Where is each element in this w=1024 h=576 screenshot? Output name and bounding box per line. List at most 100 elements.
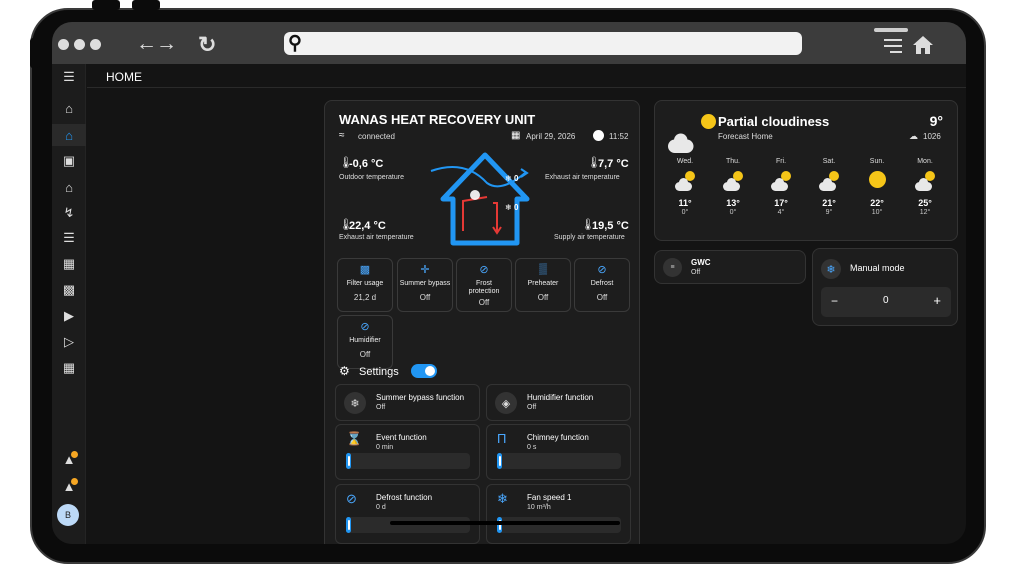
fan-icon: ❄ [344, 392, 366, 414]
setting-chimney[interactable]: Π Chimney function 0 s [486, 424, 631, 480]
settings-toggle[interactable] [411, 364, 437, 378]
setting-value: 0 s [527, 444, 537, 451]
menu-icon[interactable] [884, 39, 902, 53]
forecast-low: 9° [825, 209, 833, 216]
slider-handle[interactable] [346, 453, 351, 469]
slider-handle[interactable] [497, 517, 502, 533]
gwc-icon: ≡ [663, 258, 682, 277]
setting-defrost[interactable]: ⊘ Defrost function 0 d [335, 484, 480, 544]
forecast-low: 10° [871, 209, 883, 216]
setting-summer-bypass[interactable]: ❄ Summer bypass function Off [335, 384, 480, 421]
tablet-button-side [30, 38, 40, 68]
increase-button[interactable]: + [933, 293, 941, 308]
exhaust-top-label: Exhaust air temperature [545, 174, 620, 181]
forecast-day-name: Wed. [676, 158, 694, 165]
supply-temp: 19,5 °C [592, 220, 629, 232]
tile-value: Off [478, 298, 490, 307]
sidebar-item-media[interactable]: ▶ [52, 305, 86, 327]
tile-value: Off [596, 293, 608, 302]
setting-title: Summer bypass function [376, 393, 465, 402]
tile-humidifier[interactable]: ⊘ Humidifier Off [337, 315, 393, 369]
window-dot[interactable] [90, 39, 101, 50]
hamburger-icon[interactable]: ☰ [52, 66, 86, 88]
tile-frost-protection[interactable]: ⊘ Frost protection Off [456, 258, 512, 312]
connection-status: connected [358, 132, 395, 141]
sidebar-item-energy[interactable]: ↯ [52, 202, 86, 224]
forecast-low: 0° [729, 209, 737, 216]
gear-icon: ⚙ [339, 364, 350, 378]
fan-speed-slider[interactable] [497, 517, 621, 533]
fan-icon: ❄ [505, 174, 512, 183]
tile-preheater[interactable]: ▒ Preheater Off [515, 258, 571, 312]
setting-title: Humidifier function [527, 393, 594, 402]
forecast-low: 4° [777, 209, 785, 216]
tile-defrost[interactable]: ⊘ Defrost Off [574, 258, 630, 312]
setting-value: 0 d [376, 504, 386, 511]
home-indicator[interactable] [390, 521, 620, 525]
forecast-day: Sun. 22° 10° [857, 158, 897, 230]
forecast-low: 12° [919, 209, 931, 216]
sidebar-item-dashboard[interactable]: ▣ [52, 150, 86, 172]
weather-location: Forecast Home [718, 132, 773, 141]
event-slider[interactable] [346, 453, 470, 469]
sidebar-item-stats[interactable]: ▦ [52, 253, 86, 275]
forward-arrow-icon[interactable]: → [156, 32, 177, 56]
date: April 29, 2026 [526, 132, 576, 141]
calendar-icon: ▦ [511, 130, 521, 141]
sidebar-item-home-active[interactable]: ⌂ [52, 124, 86, 146]
window-dot[interactable] [58, 39, 69, 50]
tile-label: Filter usage [346, 280, 384, 287]
tile-summer-bypass[interactable]: ✛ Summer bypass Off [397, 258, 453, 312]
exhaust-bottom-label: Exhaust air temperature [339, 234, 414, 241]
screen: ← → ↻ ⚲ ☰ ⌂ ⌂ ▣ ⌂ ↯ ☰ ▦ ▩ ▶ ▷ ▦ ▲ ▲ B HO… [52, 22, 966, 544]
setting-title: Fan speed 1 [527, 493, 572, 502]
humidifier-off-icon: ⊘ [360, 321, 370, 333]
tile-label: Frost protection [468, 280, 500, 295]
weather-card[interactable]: Partial cloudiness Forecast Home 9° ☁ 10… [654, 100, 958, 241]
defrost-off-icon: ⊘ [597, 264, 607, 276]
partly-cloudy-icon [675, 171, 695, 191]
address-bar[interactable]: ⚲ [284, 32, 802, 55]
exhaust-bottom-temp: 22,4 °C [349, 220, 386, 232]
forecast-day-name: Fri. [775, 158, 787, 165]
partly-cloudy-icon [915, 171, 935, 191]
defrost-slider[interactable] [346, 517, 470, 533]
avatar[interactable]: B [57, 504, 79, 526]
notification-bell-icon[interactable]: ▲ [52, 448, 86, 470]
fan-icon: ❄ [497, 491, 508, 506]
home-icon[interactable] [912, 35, 934, 55]
filter-icon: ▩ [359, 264, 371, 276]
sidebar-item-calendar[interactable]: ▦ [52, 357, 86, 379]
sidebar-item-house[interactable]: ⌂ [52, 176, 86, 198]
sidebar-item-terminal[interactable]: ▷ [52, 331, 86, 353]
setting-value: 10 m³/h [527, 504, 551, 511]
tile-label: Summer bypass [399, 280, 451, 287]
setting-event[interactable]: ⌛ Event function 0 min [335, 424, 480, 480]
gwc-card[interactable]: ≡ GWC Off [654, 250, 806, 284]
tablet-button-top-left-2 [132, 0, 160, 10]
heat-recovery-card: WANAS HEAT RECOVERY UNIT ≈ connected ▦ A… [324, 100, 640, 544]
forecast-day-name: Sat. [822, 158, 836, 165]
sidebar-item-home[interactable]: ⌂ [52, 97, 86, 119]
sidebar-item-devices[interactable]: ▩ [52, 279, 86, 301]
back-arrow-icon[interactable]: ← [136, 32, 157, 56]
tile-filter-usage[interactable]: ▩ Filter usage 21,2 d [337, 258, 393, 312]
refresh-icon[interactable]: ↻ [198, 32, 216, 58]
slider-handle[interactable] [497, 453, 502, 469]
mode-stepper: − 0 + [821, 287, 951, 317]
preheater-off-icon: ▒ [539, 263, 547, 275]
chimney-slider[interactable] [497, 453, 621, 469]
exhaust-top-temp: 7,7 °C [598, 158, 629, 170]
slider-handle[interactable] [346, 517, 351, 533]
window-dot[interactable] [74, 39, 85, 50]
sidebar-item-list[interactable]: ☰ [52, 227, 86, 249]
setting-humidifier[interactable]: ◈ Humidifier function Off [486, 384, 631, 421]
manual-mode-card: ❄ Manual mode − 0 + [812, 248, 958, 326]
setting-fan-speed[interactable]: ❄ Fan speed 1 10 m³/h [486, 484, 631, 544]
settings-label: Settings [359, 366, 399, 378]
notification-bell-icon[interactable]: ▲ [52, 475, 86, 497]
search-icon: ⚲ [288, 33, 302, 54]
decrease-button[interactable]: − [831, 294, 838, 308]
toggle-knob [425, 366, 435, 376]
forecast-day: Mon. 25° 12° [905, 158, 945, 230]
